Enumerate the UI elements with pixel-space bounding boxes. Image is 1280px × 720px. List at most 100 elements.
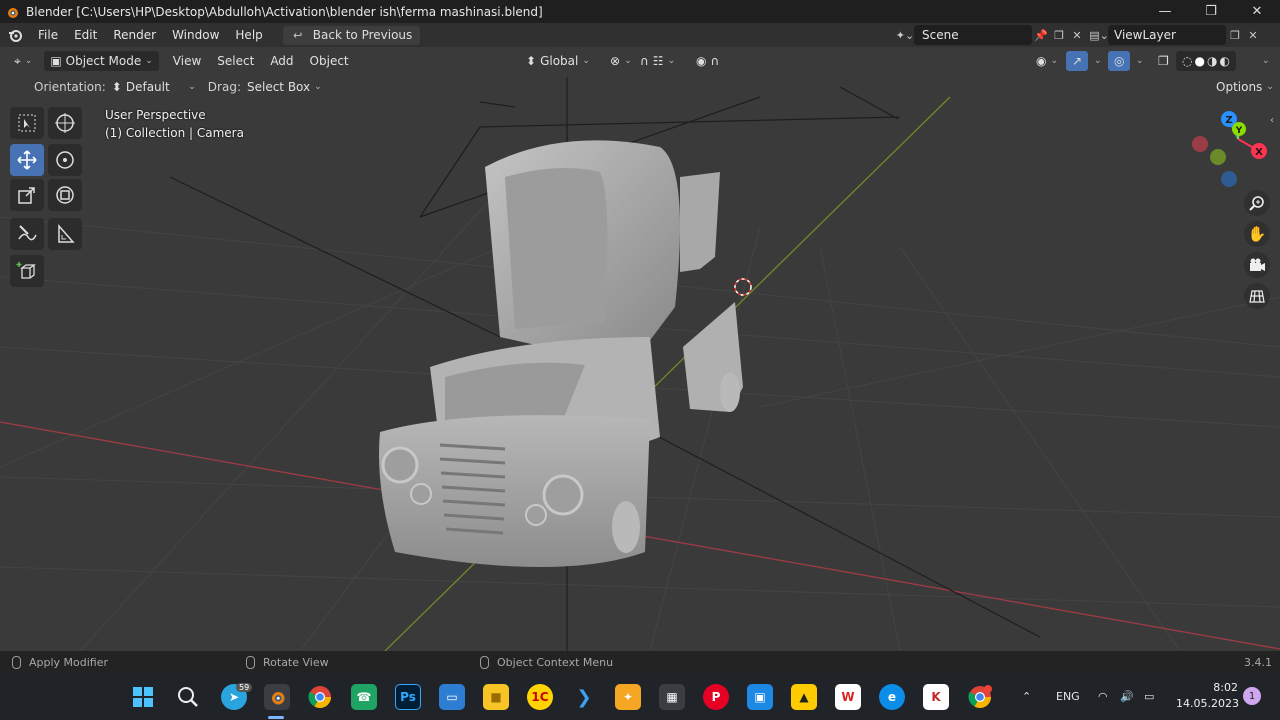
visibility-dropdown[interactable]: ◉ ⌄ [1030, 51, 1064, 71]
store-app[interactable]: ▣ [747, 684, 773, 710]
battery-icon[interactable]: ▭ [1144, 673, 1154, 720]
blender-app[interactable] [264, 684, 290, 710]
new-scene-icon[interactable]: ❐ [1050, 26, 1068, 44]
calculator-app[interactable]: ▦ [659, 684, 685, 710]
close-button[interactable]: ✕ [1234, 0, 1280, 23]
menu-file[interactable]: File [30, 23, 66, 47]
transform-tool[interactable] [48, 179, 82, 211]
camera-view-button[interactable] [1244, 252, 1270, 278]
rendered-shading-icon[interactable]: ◐ [1219, 54, 1229, 68]
orientation-dropdown[interactable]: ⬍ Default ⌄ [106, 77, 202, 97]
clock[interactable]: 8:02 14.05.2023 [1176, 680, 1239, 712]
warning-app[interactable]: ▲ [791, 684, 817, 710]
annotate-tool[interactable] [10, 218, 44, 250]
chrome-profile-app[interactable] [967, 684, 993, 710]
tray-overflow-icon[interactable]: ⌃ [1022, 673, 1031, 720]
menu-edit[interactable]: Edit [66, 23, 105, 47]
wireframe-shading-icon[interactable]: ◌ [1182, 54, 1192, 68]
rotate-tool[interactable] [48, 144, 82, 176]
sticker-app[interactable]: ✦ [615, 684, 641, 710]
viewlayer-name-field[interactable]: ViewLayer [1108, 25, 1226, 45]
start-button[interactable] [130, 684, 156, 710]
vscode-app[interactable]: ❯ [571, 684, 597, 710]
chrome-app[interactable] [307, 684, 333, 710]
xray-toggle[interactable]: ❐ [1152, 51, 1175, 71]
measure-tool[interactable] [48, 218, 82, 250]
shading-dropdown[interactable]: ⌄ [1256, 51, 1276, 71]
menu-render[interactable]: Render [105, 23, 164, 47]
zoom-view-button[interactable] [1244, 190, 1270, 216]
telegram-icon: ➤ [228, 690, 240, 704]
overlays-toggle[interactable]: ◎ [1108, 51, 1131, 71]
proportional-edit-icon: ◉ [696, 54, 707, 68]
notification-badge[interactable]: 1 [1243, 687, 1261, 705]
monitor-app[interactable]: ▭ [439, 684, 465, 710]
viewlayer-icon[interactable]: ▤⌄ [1089, 26, 1109, 44]
gizmo-neg-y[interactable] [1210, 149, 1226, 165]
language-indicator[interactable]: ENG [1056, 673, 1080, 720]
back-to-previous-button[interactable]: ↩ Back to Previous [282, 25, 421, 45]
menu-object[interactable]: Object [302, 54, 357, 68]
overlays-dropdown[interactable]: ⌄ [1130, 51, 1150, 71]
photoshop-app[interactable]: Ps [395, 684, 421, 710]
delete-scene-icon[interactable]: ✕ [1068, 26, 1086, 44]
1c-app[interactable]: 1C [527, 684, 553, 710]
file-explorer-app[interactable]: ■ [483, 684, 509, 710]
gizmo-dropdown[interactable]: ⌄ [1088, 51, 1108, 71]
options-dropdown[interactable]: Options ⌄ [1210, 77, 1280, 97]
scale-tool[interactable] [10, 179, 44, 211]
gizmo-neg-z[interactable] [1221, 171, 1237, 187]
menu-window[interactable]: Window [164, 23, 227, 47]
move-tool[interactable] [10, 144, 44, 176]
sidebar-toggle-icon[interactable]: ‹ [1270, 115, 1274, 126]
ortho-toggle-button[interactable] [1244, 283, 1270, 309]
edge-app[interactable]: e [879, 684, 905, 710]
calculator-icon: ▦ [666, 690, 678, 704]
proportional-edit-toggle[interactable]: ◉ ∩ [690, 51, 725, 71]
menu-help[interactable]: Help [227, 23, 270, 47]
select-box-tool[interactable] [10, 107, 44, 139]
gizmo-neg-x[interactable] [1192, 136, 1208, 152]
restore-button[interactable]: ❐ [1188, 0, 1234, 23]
status-left-text: Apply Modifier [29, 655, 109, 669]
cursor-tool[interactable] [48, 107, 82, 139]
add-cube-tool[interactable] [10, 255, 44, 287]
snap-dropdown[interactable]: ∩ ☷ ⌄ [634, 51, 681, 71]
folder-icon: ■ [490, 690, 502, 704]
pin-icon[interactable]: 📌 [1032, 26, 1050, 44]
search-icon [178, 687, 198, 707]
minimize-button[interactable]: — [1142, 0, 1188, 23]
navigation-gizmo[interactable]: Z Y X [1186, 109, 1276, 193]
photoshop-icon: Ps [400, 690, 416, 704]
menu-add[interactable]: Add [262, 54, 301, 68]
phone-app[interactable]: ☎ [351, 684, 377, 710]
wps-app[interactable]: W [835, 684, 861, 710]
scene-name-field[interactable]: Scene [914, 25, 1032, 45]
editor-type-dropdown[interactable]: ⌖ ⌄ [8, 51, 38, 71]
scene-icon[interactable]: ✦⌄ [896, 26, 914, 44]
delete-viewlayer-icon[interactable]: ✕ [1244, 26, 1262, 44]
shading-switcher[interactable]: ◌ ● ◑ ◐ [1176, 51, 1236, 71]
pan-view-button[interactable]: ✋ [1244, 221, 1270, 247]
drag-dropdown[interactable]: Select Box ⌄ [241, 77, 328, 97]
windows-taskbar: ➤ 59 ☎ Ps ▭ ■ 1C ❯ ✦ ▦ P ▣ ▲ W e K ⌃ ENG… [0, 673, 1280, 720]
wifi-icon[interactable]: ◠ [1098, 673, 1108, 720]
pivot-point-dropdown[interactable]: ⊗ ⌄ [604, 51, 638, 71]
material-shading-icon[interactable]: ◑ [1207, 54, 1217, 68]
solid-shading-icon[interactable]: ● [1194, 54, 1204, 68]
menu-select[interactable]: Select [209, 54, 262, 68]
pinterest-app[interactable]: P [703, 684, 729, 710]
blender-logo-icon[interactable] [0, 27, 30, 43]
transform-orientation-dropdown[interactable]: ⬍ Global ⌄ [520, 51, 596, 71]
volume-icon[interactable]: 🔊 [1120, 673, 1134, 720]
search-button[interactable] [175, 684, 201, 710]
mode-dropdown[interactable]: ▣ Object Mode ⌄ [44, 51, 159, 71]
menu-view[interactable]: View [165, 54, 209, 68]
3d-viewport[interactable]: ⌖ ⌄ ▣ Object Mode ⌄ View Select Add Objec… [0, 47, 1280, 651]
transform-icon [56, 186, 74, 204]
new-viewlayer-icon[interactable]: ❐ [1226, 26, 1244, 44]
windows-logo-icon [133, 687, 153, 707]
gizmo-toggle[interactable]: ↗ [1066, 51, 1089, 71]
blender-active-indicator [268, 716, 284, 719]
kaspersky-app[interactable]: K [923, 684, 949, 710]
